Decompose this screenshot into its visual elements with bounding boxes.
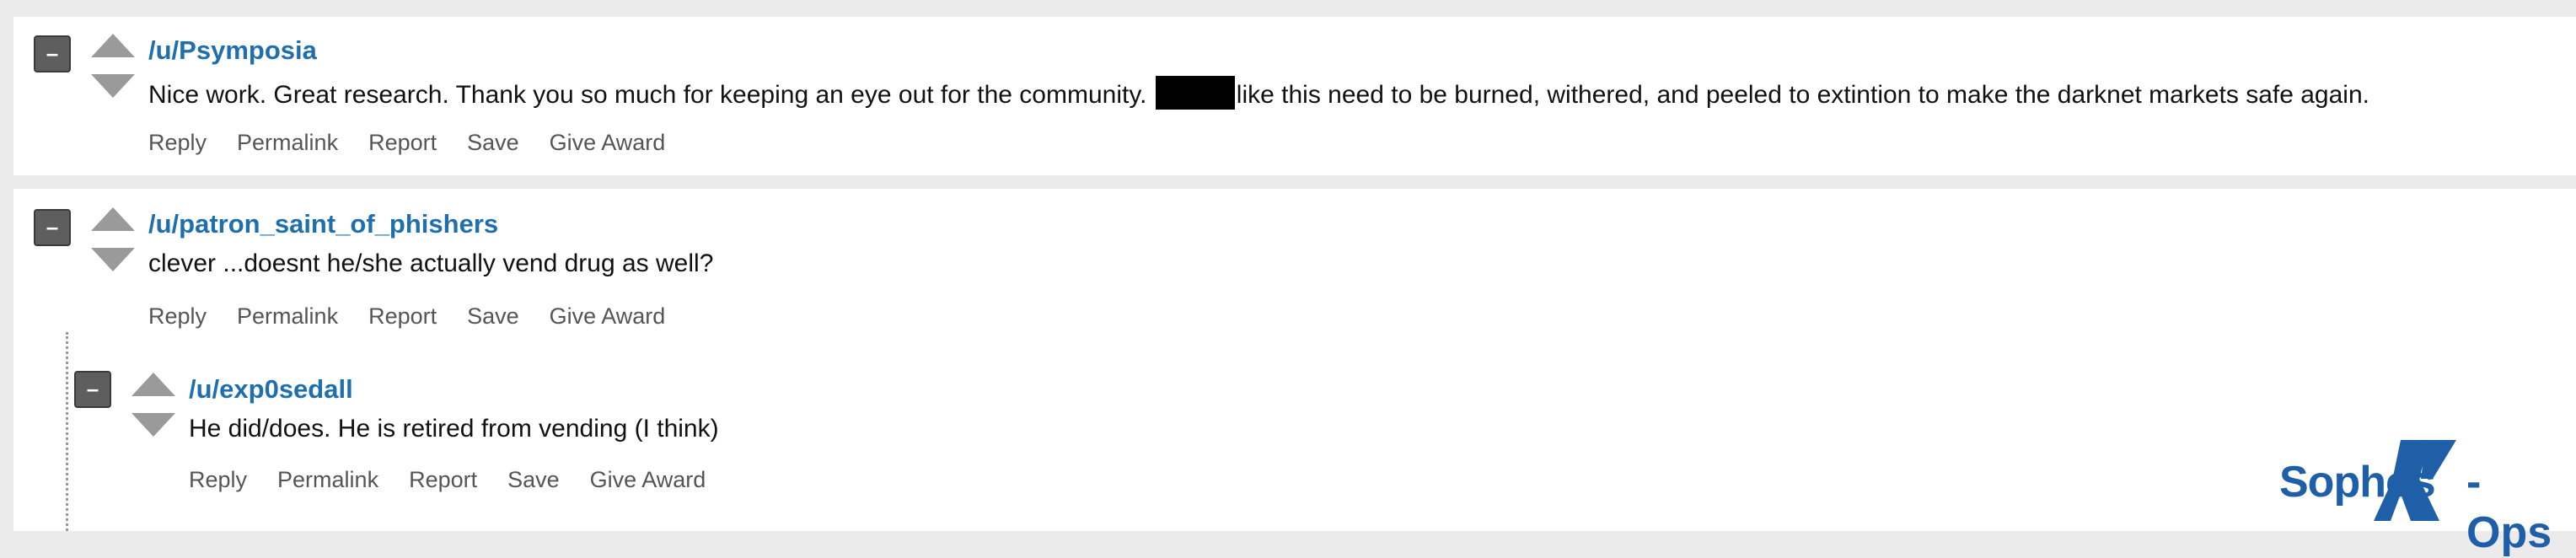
- save-link[interactable]: Save: [467, 130, 519, 156]
- upvote-icon[interactable]: [131, 373, 175, 396]
- reply-link[interactable]: Reply: [189, 467, 247, 493]
- sophos-xops-logo: Sophos -Ops: [2279, 438, 2557, 557]
- downvote-icon[interactable]: [91, 248, 135, 271]
- downvote-icon[interactable]: [91, 74, 135, 98]
- upvote-icon[interactable]: [91, 207, 135, 231]
- comment-text: clever ...doesnt he/she actually vend dr…: [148, 249, 714, 277]
- report-link[interactable]: Report: [368, 303, 437, 330]
- comment-card-patron-saint: – /u/patron_saint_of_phishers clever ...…: [13, 189, 2576, 531]
- username-link[interactable]: /u/exp0sedall: [189, 374, 353, 405]
- give-award-link[interactable]: Give Award: [550, 303, 666, 330]
- x-mark-icon: [2374, 440, 2456, 521]
- collapse-button[interactable]: –: [34, 35, 71, 72]
- permalink-link[interactable]: Permalink: [277, 467, 378, 493]
- comment-card-psymposia: – /u/Psymposia Nice work. Great research…: [13, 17, 2576, 175]
- downvote-icon[interactable]: [131, 413, 175, 437]
- give-award-link[interactable]: Give Award: [550, 130, 666, 156]
- comment-text: He did/does. He is retired from vending …: [189, 415, 719, 443]
- comment-actions: Reply Permalink Report Save Give Award: [148, 130, 665, 156]
- collapse-button[interactable]: –: [34, 209, 71, 246]
- reply-link[interactable]: Reply: [148, 130, 207, 156]
- report-link[interactable]: Report: [409, 467, 477, 493]
- comment-text-after: like this need to be burned, withered, a…: [1236, 81, 2369, 109]
- permalink-link[interactable]: Permalink: [237, 130, 338, 156]
- logo-right-text: -Ops: [2466, 458, 2552, 557]
- collapse-button[interactable]: –: [74, 371, 111, 408]
- username-link[interactable]: /u/Psymposia: [148, 35, 317, 66]
- username-link[interactable]: /u/patron_saint_of_phishers: [148, 209, 498, 239]
- give-award-link[interactable]: Give Award: [590, 467, 706, 493]
- comment-actions: Reply Permalink Report Save Give Award: [189, 467, 706, 493]
- upvote-icon[interactable]: [91, 34, 135, 57]
- save-link[interactable]: Save: [507, 467, 560, 493]
- reply-link[interactable]: Reply: [148, 303, 207, 330]
- redaction-block: [1155, 76, 1235, 110]
- permalink-link[interactable]: Permalink: [237, 303, 338, 330]
- comment-text: Nice work. Great research. Thank you so …: [148, 76, 2369, 110]
- report-link[interactable]: Report: [368, 130, 437, 156]
- thread-line[interactable]: [66, 332, 68, 531]
- comment-text-before: Nice work. Great research. Thank you so …: [148, 81, 1147, 109]
- comment-actions: Reply Permalink Report Save Give Award: [148, 303, 665, 330]
- save-link[interactable]: Save: [467, 303, 519, 330]
